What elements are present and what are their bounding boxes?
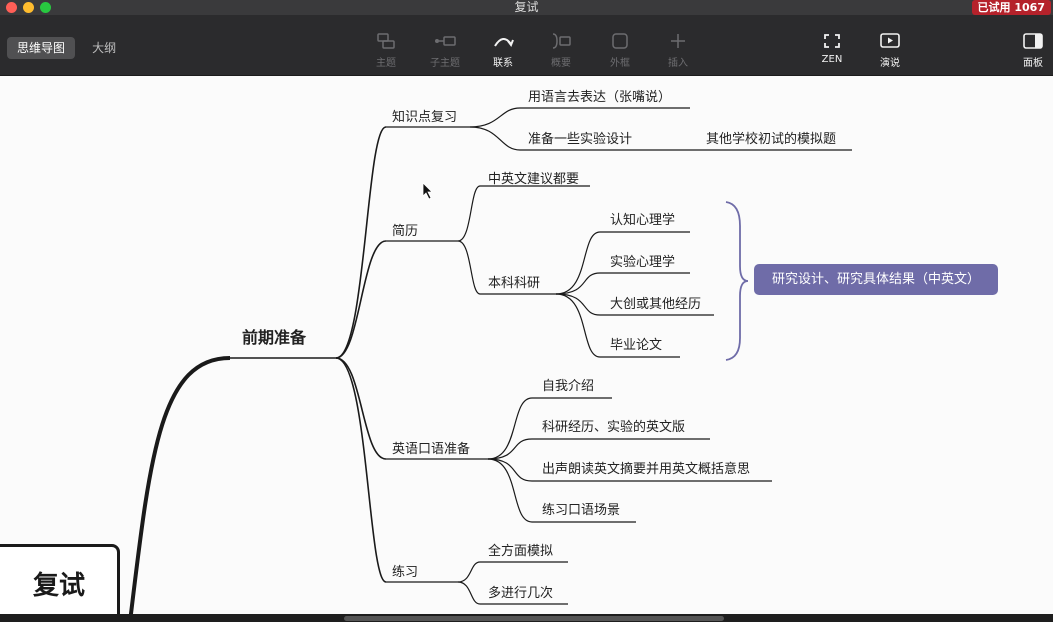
tab-outline[interactable]: 大纲 bbox=[82, 37, 126, 59]
zen-button[interactable]: ZEN bbox=[804, 32, 860, 65]
branch-oral[interactable]: 英语口语准备 bbox=[392, 438, 470, 457]
relation-icon bbox=[494, 38, 514, 48]
subtopic-icon bbox=[435, 36, 456, 46]
fullscreen-icon bbox=[824, 34, 840, 48]
root-topic[interactable]: 复试 bbox=[0, 544, 120, 622]
root-topic-label: 复试 bbox=[33, 571, 86, 601]
summary-button[interactable]: 概要 bbox=[533, 32, 589, 69]
plus-icon bbox=[671, 34, 685, 48]
topic-practice-2[interactable]: 多进行几次 bbox=[488, 582, 553, 601]
relation-label: 联系 bbox=[493, 58, 513, 69]
subtopic-label: 子主题 bbox=[430, 58, 460, 69]
mindmap-canvas[interactable]: 复试 前期准备 知识点复习 简历 英语口语准备 练习 用语言去表达（张嘴说） 准… bbox=[0, 76, 1053, 622]
topic-icon bbox=[377, 33, 395, 49]
topic-research-1[interactable]: 认知心理学 bbox=[610, 209, 675, 228]
branch-knowledge[interactable]: 知识点复习 bbox=[392, 106, 457, 125]
toolbar: 思维导图 大纲 主题 子主题 联系 概要 外框 插入 ZEN 演说 面板 bbox=[0, 15, 1053, 76]
topic-knowledge-2[interactable]: 准备一些实验设计 bbox=[528, 128, 632, 147]
summary-topic[interactable]: 研究设计、研究具体结果（中英文） bbox=[754, 264, 998, 295]
panel-icon bbox=[1023, 33, 1043, 49]
topic-research-4[interactable]: 毕业论文 bbox=[610, 334, 662, 353]
insert-label: 插入 bbox=[668, 58, 688, 69]
branch-practice[interactable]: 练习 bbox=[392, 561, 418, 580]
panel-button[interactable]: 面板 bbox=[1005, 32, 1053, 69]
present-button[interactable]: 演说 bbox=[862, 32, 918, 69]
boundary-icon bbox=[612, 33, 628, 49]
topic-oral-2[interactable]: 科研经历、实验的英文版 bbox=[542, 416, 685, 435]
tab-mindmap[interactable]: 思维导图 bbox=[7, 37, 76, 59]
relation-button[interactable]: 联系 bbox=[475, 32, 531, 69]
panel-label: 面板 bbox=[1023, 58, 1043, 69]
topic-practice-1[interactable]: 全方面模拟 bbox=[488, 540, 553, 559]
topic-resume-1[interactable]: 中英文建议都要 bbox=[488, 168, 579, 187]
trial-badge[interactable]: 已试用 1067 bbox=[971, 0, 1051, 15]
boundary-button[interactable]: 外框 bbox=[592, 32, 648, 69]
mouse-cursor-icon bbox=[422, 182, 433, 200]
branch-resume[interactable]: 简历 bbox=[392, 220, 418, 239]
main-topic[interactable]: 前期准备 bbox=[242, 324, 306, 348]
play-icon bbox=[880, 33, 900, 48]
view-tabs: 思维导图 大纲 bbox=[7, 37, 128, 59]
present-label: 演说 bbox=[880, 58, 900, 69]
topic-button[interactable]: 主题 bbox=[358, 32, 414, 69]
summary-label: 概要 bbox=[551, 58, 571, 69]
title-bar: 复试 已试用 1067 bbox=[0, 0, 1053, 15]
scrollbar-thumb[interactable] bbox=[344, 616, 724, 621]
summary-icon bbox=[552, 33, 571, 49]
topic-oral-3[interactable]: 出声朗读英文摘要并用英文概括意思 bbox=[542, 458, 750, 477]
topic-label: 主题 bbox=[376, 58, 396, 69]
topic-oral-1[interactable]: 自我介绍 bbox=[542, 375, 594, 394]
topic-knowledge-1[interactable]: 用语言去表达（张嘴说） bbox=[528, 86, 671, 105]
subtopic-button[interactable]: 子主题 bbox=[417, 32, 473, 69]
topic-oral-4[interactable]: 练习口语场景 bbox=[542, 499, 620, 518]
topic-resume-2[interactable]: 本科科研 bbox=[488, 272, 540, 291]
window-title: 复试 bbox=[514, 0, 539, 14]
topic-knowledge-2-1[interactable]: 其他学校初试的模拟题 bbox=[706, 128, 836, 147]
boundary-label: 外框 bbox=[610, 58, 630, 69]
topic-research-2[interactable]: 实验心理学 bbox=[610, 251, 675, 270]
insert-button[interactable]: 插入 bbox=[650, 32, 706, 69]
topic-research-3[interactable]: 大创或其他经历 bbox=[610, 293, 701, 312]
zen-label: ZEN bbox=[821, 54, 843, 65]
